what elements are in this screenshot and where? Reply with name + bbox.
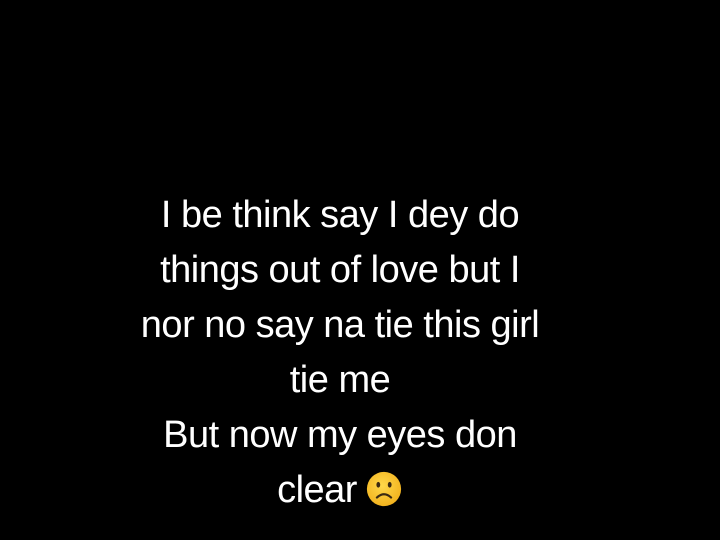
caption-line-3: nor no say na tie this girl	[140, 304, 540, 346]
caption-line-5: But now my eyes don	[163, 414, 517, 456]
caption-line-2: things out of love but I	[160, 249, 520, 291]
caption-text: I be think say I dey do things out of lo…	[0, 188, 680, 518]
caption-line-4: tie me	[289, 359, 391, 401]
caption-line-6: clear	[0, 463, 680, 518]
video-frame: I be think say I dey do things out of lo…	[0, 0, 720, 540]
frowning-face-icon	[365, 470, 403, 508]
caption-line-1: I be think say I dey do	[160, 194, 520, 236]
caption-line-6-text: clear	[277, 469, 357, 511]
